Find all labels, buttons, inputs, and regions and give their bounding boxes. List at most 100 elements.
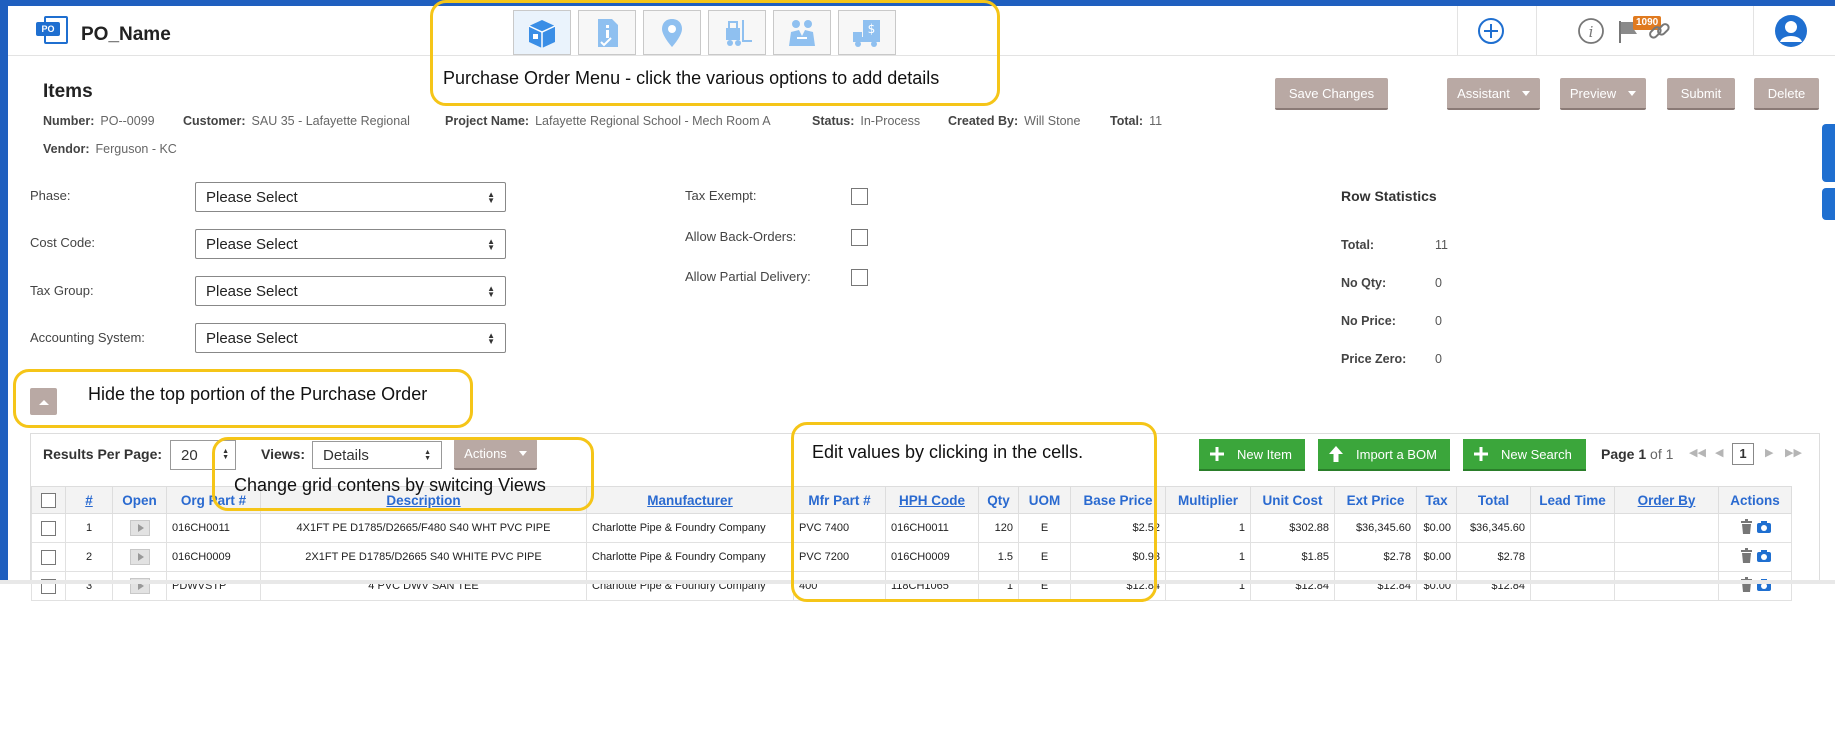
- cell-number: 2: [65, 542, 113, 572]
- cell-lead-time[interactable]: [1530, 513, 1615, 543]
- submit-label: Submit: [1680, 85, 1722, 101]
- allow-partial-delivery-checkbox[interactable]: [851, 269, 868, 286]
- column-header-lead-time: Lead Time: [1530, 486, 1615, 514]
- user-menu-button[interactable]: [1774, 14, 1808, 48]
- column-header-number[interactable]: #: [65, 486, 113, 514]
- cell-multiplier[interactable]: 1: [1165, 513, 1251, 543]
- save-changes-button[interactable]: Save Changes: [1275, 78, 1388, 110]
- import-bom-button[interactable]: Import a BOM: [1318, 439, 1450, 471]
- po-total: Total: 11: [1110, 114, 1162, 128]
- allow-backorders-label: Allow Back-Orders:: [685, 229, 797, 244]
- items-title: Items: [43, 81, 93, 102]
- delete-button[interactable]: Delete: [1754, 78, 1819, 110]
- cell-ext-price: $36,345.60: [1334, 513, 1417, 543]
- submit-button[interactable]: Submit: [1667, 78, 1735, 110]
- assistant-button[interactable]: Assistant: [1447, 78, 1540, 110]
- row-checkbox[interactable]: [41, 549, 56, 565]
- open-row-button[interactable]: [129, 520, 150, 536]
- cell-description[interactable]: 4 PVC DWV SAN TEE: [260, 571, 587, 601]
- column-header-order-by[interactable]: Order By: [1614, 486, 1719, 514]
- po-logo-icon: PO: [36, 14, 72, 50]
- created-by-label: Created By:: [948, 114, 1019, 128]
- cell-description[interactable]: 2X1FT PE D1785/D2665 S40 WHITE PVC PIPE: [260, 542, 587, 572]
- header-divider: [1536, 6, 1537, 56]
- cell-unit-cost[interactable]: $1.85: [1250, 542, 1335, 572]
- cell-multiplier[interactable]: 1: [1165, 542, 1251, 572]
- cost-code-select[interactable]: Please Select ▲ ▼: [195, 229, 506, 259]
- allow-backorders-checkbox[interactable]: [851, 229, 868, 246]
- created-by-value: Will Stone: [1024, 114, 1081, 128]
- row-actions: [1740, 519, 1771, 534]
- side-camera-tab[interactable]: [1822, 188, 1835, 220]
- select-all-checkbox[interactable]: [41, 492, 56, 508]
- number-label: Number:: [43, 114, 95, 128]
- cell-manufacturer[interactable]: Charlotte Pipe & Foundry Company: [586, 571, 794, 601]
- tax-exempt-checkbox[interactable]: [851, 188, 868, 205]
- add-button[interactable]: [1474, 14, 1508, 48]
- stat-no-price-label: No Price:: [1341, 314, 1396, 328]
- cell-lead-time[interactable]: [1530, 542, 1615, 572]
- plus-circle-icon: [1478, 18, 1504, 44]
- tax-group-value: Please Select: [206, 283, 298, 300]
- new-item-label: New Item: [1237, 446, 1292, 462]
- accounting-system-value: Please Select: [206, 330, 298, 347]
- column-header-total: Total: [1456, 486, 1531, 514]
- last-page-icon[interactable]: ▶▶: [1785, 446, 1802, 459]
- cell-manufacturer[interactable]: Charlotte Pipe & Foundry Company: [586, 513, 794, 543]
- side-panel-tab[interactable]: [1822, 124, 1835, 182]
- cell-unit-cost[interactable]: $12.84: [1250, 571, 1335, 601]
- annotation-views-text: Change grid contens by switcing Views: [234, 475, 546, 495]
- tax-group-select[interactable]: Please Select ▲ ▼: [195, 276, 506, 306]
- accounting-system-select[interactable]: Please Select ▲ ▼: [195, 323, 506, 353]
- column-header-tax: Tax: [1416, 486, 1457, 514]
- select-arrows-icon: ▲ ▼: [487, 190, 495, 205]
- cell-multiplier[interactable]: 1: [1165, 571, 1251, 601]
- trash-icon[interactable]: [1740, 519, 1753, 534]
- tax-group-label: Tax Group:: [30, 283, 94, 298]
- next-page-icon[interactable]: ▶: [1765, 446, 1773, 459]
- info-button[interactable]: i: [1574, 14, 1608, 48]
- stat-no-qty-value: 0: [1435, 276, 1442, 290]
- first-page-icon[interactable]: ◀◀: [1689, 446, 1706, 459]
- new-search-button[interactable]: New Search: [1463, 439, 1586, 471]
- cell-number: 3: [65, 571, 113, 601]
- open-row-button[interactable]: [129, 549, 150, 565]
- phase-label: Phase:: [30, 188, 71, 203]
- pager-info: Page 1 of 1: [1601, 446, 1673, 462]
- po-created-by: Created By: Will Stone: [948, 114, 1080, 128]
- cell-lead-time[interactable]: [1530, 571, 1615, 601]
- plus-icon: [1209, 446, 1225, 462]
- customer-value: SAU 35 - Lafayette Regional: [251, 114, 410, 128]
- cell-org-part[interactable]: PDWVSTP: [166, 571, 261, 601]
- cell-order-by[interactable]: [1614, 542, 1719, 572]
- stat-no-price-value: 0: [1435, 314, 1442, 328]
- annotation-edit-cells-text: Edit values by clicking in the cells.: [812, 442, 1084, 462]
- cell-total: $12.84: [1456, 571, 1531, 601]
- allow-partial-delivery-label: Allow Partial Delivery:: [685, 269, 811, 284]
- phase-select[interactable]: Please Select ▲ ▼: [195, 182, 506, 212]
- camera-icon[interactable]: [1756, 549, 1771, 562]
- new-item-button[interactable]: New Item: [1199, 439, 1305, 471]
- preview-button[interactable]: Preview: [1560, 78, 1646, 110]
- column-header-unit-cost: Unit Cost: [1250, 486, 1335, 514]
- page-of: of 1: [1650, 446, 1674, 462]
- cell-order-by[interactable]: [1614, 571, 1719, 601]
- import-bom-label: Import a BOM: [1356, 446, 1437, 462]
- cell-org-part[interactable]: 016CH0009: [166, 542, 261, 572]
- preview-label: Preview: [1569, 85, 1617, 101]
- column-header-multiplier: Multiplier: [1165, 486, 1251, 514]
- cell-order-by[interactable]: [1614, 513, 1719, 543]
- trash-icon[interactable]: [1740, 548, 1753, 563]
- page-number-input[interactable]: 1: [1732, 443, 1754, 465]
- link-button[interactable]: [1642, 14, 1676, 48]
- cell-manufacturer[interactable]: Charlotte Pipe & Foundry Company: [586, 542, 794, 572]
- cell-unit-cost[interactable]: $302.88: [1250, 513, 1335, 543]
- row-checkbox[interactable]: [41, 520, 56, 536]
- customer-label: Customer:: [183, 114, 246, 128]
- stat-price-zero-value: 0: [1435, 352, 1442, 366]
- cell-description[interactable]: 4X1FT PE D1785/D2665/F480 S40 WHT PVC PI…: [260, 513, 587, 543]
- column-header-manufacturer[interactable]: Manufacturer: [586, 486, 794, 514]
- prev-page-icon[interactable]: ◀: [1715, 446, 1723, 459]
- cell-org-part[interactable]: 016CH0011: [166, 513, 261, 543]
- camera-icon[interactable]: [1756, 520, 1771, 533]
